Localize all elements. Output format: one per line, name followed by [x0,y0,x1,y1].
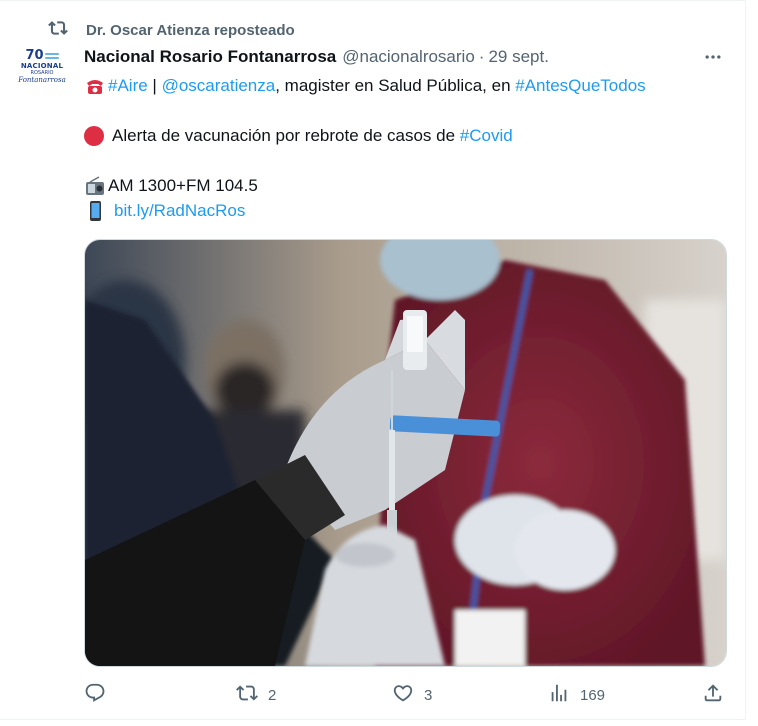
like-count: 3 [424,686,433,704]
telephone-icon [84,75,106,97]
flag-icon [44,52,59,60]
avatar[interactable]: 70 NACIONAL ROSARIO Fontanarrosa [18,48,66,93]
tweet-text: #Aire | @oscaratienza , magister en Salu… [84,73,724,223]
vaccination-photo[interactable] [84,239,727,667]
red-circle-icon [84,125,104,146]
separator: · [478,47,485,66]
repost-icon [48,18,68,42]
avatar-line3: Fontanarrosa [18,76,66,84]
tweet-line-3: AM 1300+FM 104.5 [84,173,724,198]
tweet-line-1: #Aire | @oscaratienza , magister en Salu… [84,73,724,98]
radio-icon [84,175,106,197]
views-count: 169 [580,686,606,704]
repost-label[interactable]: Dr. Oscar Atienza reposteado [86,22,295,39]
line2-text: Alerta de vacunación por rebrote de caso… [112,126,460,145]
hashtag-antesquetodos[interactable]: #AntesQueTodos [515,73,645,98]
bitly-link[interactable]: bit.ly/RadNacRos [114,198,245,223]
views-button[interactable]: 169 [548,683,605,707]
reply-icon [84,682,106,708]
reply-button[interactable] [84,683,116,707]
tweet-line-4: bit.ly/RadNacRos [84,198,724,223]
avatar-number: 70 [25,48,44,63]
views-icon [548,682,570,708]
heart-icon [392,682,414,708]
author-handle[interactable]: @nacionalrosario [342,47,475,67]
tweet-card[interactable]: Dr. Oscar Atienza reposteado 70 NACIONAL… [0,0,746,720]
repost-button[interactable]: 2 [236,683,276,707]
share-icon [702,682,724,708]
share-button[interactable] [702,683,724,707]
avatar-line1: NACIONAL [20,62,64,70]
pipe-text: | [147,76,162,95]
repost-indicator: Dr. Oscar Atienza reposteado [48,20,295,40]
like-button[interactable]: 3 [392,683,432,707]
more-icon[interactable] [701,45,725,69]
mobile-phone-icon [84,200,106,222]
tweet-actions: 2 3 169 [84,683,729,707]
hashtag-aire[interactable]: #Aire [108,73,148,98]
line3-text: AM 1300+FM 104.5 [108,176,258,195]
tweet-date[interactable]: 29 sept. [488,47,549,67]
tweet-header: Nacional Rosario Fontanarrosa @nacionalr… [84,45,725,69]
author-name[interactable]: Nacional Rosario Fontanarrosa [84,47,336,67]
repost-action-icon [236,682,258,708]
mention-oscaratienza[interactable]: @oscaratienza [162,73,276,98]
line1-text: , magister en Salud Pública, en [275,76,516,95]
avatar-number-row: 70 [25,48,59,63]
repost-count: 2 [268,686,277,704]
tweet-line-2: Alerta de vacunación por rebrote de caso… [84,123,724,148]
hashtag-covid[interactable]: #Covid [460,123,513,148]
